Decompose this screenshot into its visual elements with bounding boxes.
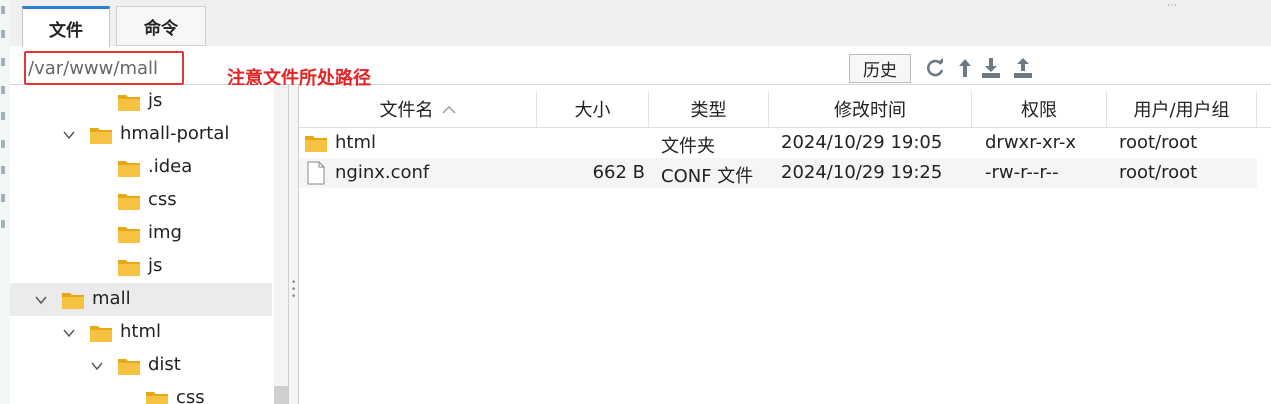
file-owner: root/root (1119, 162, 1198, 183)
folder-icon (118, 259, 140, 276)
chevron-down-icon[interactable] (34, 292, 48, 306)
tree-item[interactable]: html (10, 316, 272, 349)
tree-item-label: hmall-portal (120, 123, 230, 144)
tree-item[interactable]: css (10, 184, 272, 217)
folder-icon (90, 127, 112, 144)
tree-item[interactable]: js (10, 250, 272, 283)
tab-commands[interactable]: 命令 (116, 6, 206, 46)
tree-item-label: mall (92, 288, 131, 309)
column-permissions[interactable]: 权限 (972, 91, 1107, 127)
folder-icon (118, 160, 140, 177)
column-modified[interactable]: 修改时间 (769, 91, 972, 127)
splitter-grip-icon: • • • (291, 278, 297, 302)
file-size: 662 B (592, 162, 645, 183)
folder-icon (118, 226, 140, 243)
tree-item-label: .idea (148, 156, 193, 177)
tree-item-label: img (148, 222, 182, 243)
tree-item-label: js (148, 255, 163, 276)
tree-scrollbar[interactable] (274, 85, 288, 404)
file-type: 文件夹 (661, 136, 715, 157)
tree-item-label: html (120, 321, 162, 342)
directory-tree: js hmall-portal .idea css img js mall html dist c… (10, 85, 289, 404)
file-modified: 2024/10/29 19:05 (781, 132, 943, 153)
more-dots-icon: ⋯ (1167, 0, 1179, 11)
up-arrow-icon[interactable] (954, 57, 976, 79)
tree-item[interactable]: dist (10, 349, 272, 382)
refresh-icon[interactable] (924, 57, 946, 79)
tree-item[interactable]: css (10, 382, 272, 404)
tab-files[interactable]: 文件 (22, 6, 110, 47)
folder-icon (90, 325, 112, 342)
file-name: nginx.conf (335, 162, 430, 183)
tree-item-label: js (148, 90, 163, 111)
folder-icon (118, 358, 140, 375)
tree-item-label: css (176, 387, 205, 404)
tree-item[interactable]: mall (10, 283, 272, 316)
file-type: CONF 文件 (661, 166, 754, 187)
file-permissions: -rw-r--r-- (985, 162, 1059, 183)
sort-ascending-icon (442, 99, 456, 120)
toolbar (10, 46, 1271, 85)
folder-icon (146, 391, 168, 404)
path-input[interactable] (28, 56, 178, 80)
tree-item[interactable]: .idea (10, 151, 272, 184)
folder-icon (118, 94, 140, 111)
tree-item-label: dist (148, 354, 181, 375)
tree-item[interactable]: js (10, 85, 272, 118)
file-name: html (335, 132, 377, 153)
column-size[interactable]: 大小 (537, 91, 649, 127)
column-type[interactable]: 类型 (649, 91, 769, 127)
file-row[interactable]: html 文件夹 2024/10/29 19:05 drwxr-xr-x roo… (299, 128, 1257, 158)
chevron-down-icon[interactable] (62, 127, 76, 141)
tree-scrollbar-thumb[interactable] (274, 386, 288, 404)
upload-icon[interactable] (1012, 57, 1034, 79)
folder-icon (62, 292, 84, 309)
file-modified: 2024/10/29 19:25 (781, 162, 943, 183)
chevron-down-icon[interactable] (90, 358, 104, 372)
history-button[interactable]: 历史 (849, 54, 911, 83)
tree-item[interactable]: hmall-portal (10, 118, 272, 151)
file-permissions: drwxr-xr-x (985, 132, 1076, 153)
folder-icon (305, 134, 327, 157)
chevron-down-icon[interactable] (62, 325, 76, 339)
column-name[interactable]: 文件名 (299, 91, 537, 127)
file-row[interactable]: nginx.conf 662 B CONF 文件 2024/10/29 19:2… (299, 158, 1257, 188)
file-list-header: 文件名 大小 类型 修改时间 权限 用户/用户组 (299, 91, 1271, 128)
file-owner: root/root (1119, 132, 1198, 153)
folder-icon (118, 193, 140, 210)
column-owner[interactable]: 用户/用户组 (1107, 91, 1257, 127)
tree-item[interactable]: img (10, 217, 272, 250)
tree-item-label: css (148, 189, 177, 210)
column-name-label: 文件名 (379, 100, 434, 121)
panel-splitter[interactable] (289, 85, 299, 404)
download-icon[interactable] (980, 57, 1002, 79)
file-icon (307, 161, 325, 190)
